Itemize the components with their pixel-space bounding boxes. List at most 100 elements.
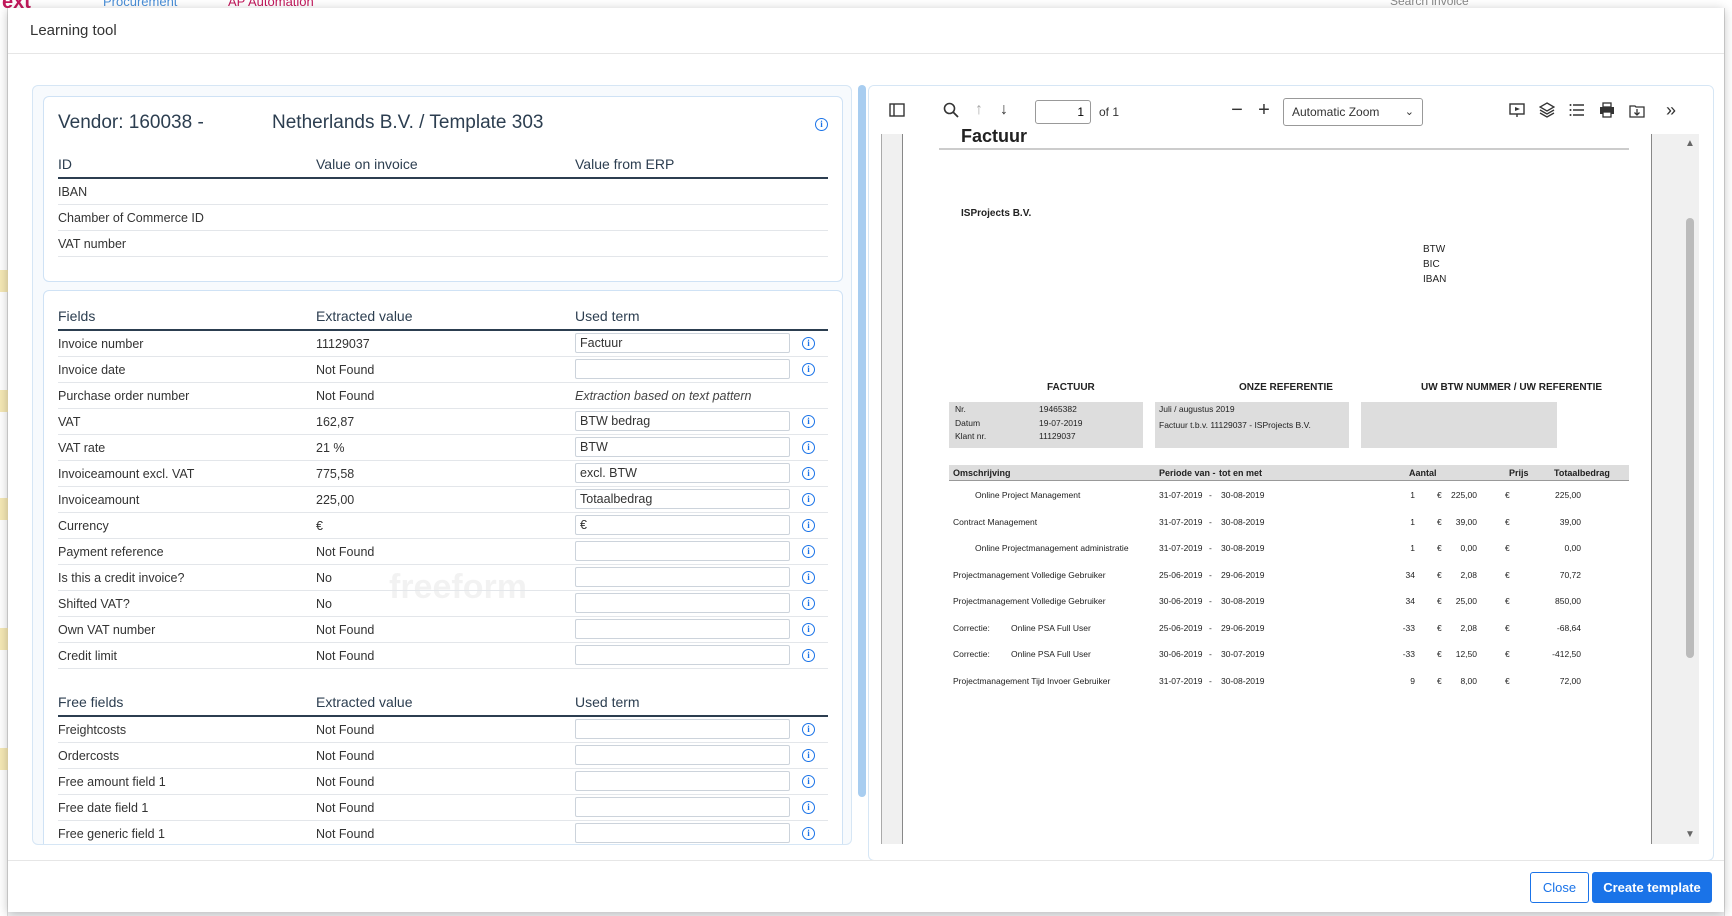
zoom-in-icon[interactable]: + [1254, 99, 1274, 121]
doc-line-from: 31-07-2019 [1159, 490, 1203, 500]
field-label: Invoice number [58, 337, 144, 351]
modal-footer: Close Create template [8, 860, 1724, 912]
doc-value: 19-07-2019 [1039, 418, 1083, 428]
create-template-button[interactable]: Create template [1592, 872, 1712, 903]
info-icon[interactable]: i [802, 493, 815, 506]
field-label: Credit limit [58, 649, 118, 663]
info-icon[interactable]: i [802, 545, 815, 558]
extracted-value: Not Found [316, 801, 375, 815]
doc-line: Correctie: Online PSA Full User 25-06-2019… [949, 623, 1629, 637]
doc-line-dash: - [1209, 516, 1212, 527]
vendor-title: Vendor: 160038 - Netherlands B.V. / Temp… [58, 97, 828, 149]
sidebar-toggle-icon[interactable] [887, 100, 907, 120]
presentation-icon[interactable] [1507, 100, 1527, 120]
doc-line-desc: Online Project Management [975, 490, 1081, 500]
column-header: Free fields [58, 694, 124, 710]
doc-line-dash: - [1209, 622, 1212, 633]
outline-icon[interactable] [1567, 100, 1587, 120]
used-term-input[interactable] [575, 797, 790, 817]
info-icon[interactable]: i [802, 827, 815, 840]
column-header: Fields [58, 308, 96, 324]
table-row: IBAN [58, 179, 828, 205]
doc-line-qty: 9 [1410, 675, 1415, 686]
used-term-input[interactable] [575, 515, 790, 535]
doc-line-desc: Online PSA Full User [1011, 649, 1091, 659]
doc-line-qty: 1 [1410, 490, 1415, 500]
fields-scrollbar[interactable] [858, 85, 866, 797]
used-term-input[interactable] [575, 541, 790, 561]
doc-section-header: ONZE REFERENTIE [1239, 382, 1333, 393]
page-number-input[interactable] [1035, 100, 1091, 124]
fields-rows: Invoice number 11129037 i Invoice date Not F… [58, 331, 828, 669]
doc-label: Nr. [955, 404, 966, 414]
doc-column-header: Omschrijving [953, 468, 1011, 478]
doc-line-to: 30-08-2019 [1221, 543, 1265, 553]
info-icon[interactable]: i [802, 519, 815, 532]
used-term-input[interactable] [575, 771, 790, 791]
doc-line-qty: 34 [1405, 569, 1415, 580]
info-icon[interactable]: i [802, 623, 815, 636]
used-term-input[interactable] [575, 719, 790, 739]
info-icon[interactable]: i [802, 597, 815, 610]
used-term-input[interactable] [575, 359, 790, 379]
info-icon[interactable]: i [802, 801, 815, 814]
info-icon[interactable]: i [802, 337, 815, 350]
nav-ap-automation[interactable]: AP Automation [228, 0, 314, 8]
used-term-input[interactable] [575, 411, 790, 431]
used-term-input[interactable] [575, 489, 790, 509]
zoom-out-icon[interactable]: − [1227, 99, 1247, 121]
used-term-input[interactable] [575, 645, 790, 665]
used-term-input[interactable] [575, 619, 790, 639]
doc-line-price: 8,00 [1460, 675, 1477, 686]
search-invoice[interactable]: Search invoice [1390, 0, 1680, 8]
info-icon[interactable]: i [802, 749, 815, 762]
more-tools-icon[interactable]: » [1661, 100, 1681, 120]
doc-line-price: 0,00 [1460, 543, 1477, 553]
info-icon[interactable]: i [802, 775, 815, 788]
scroll-up-icon[interactable]: ▲ [1685, 138, 1695, 149]
print-icon[interactable] [1597, 100, 1617, 120]
doc-line-total: 0,00 [1564, 543, 1581, 553]
arrow-down-icon[interactable]: ↓ [994, 100, 1014, 120]
info-icon[interactable]: i [802, 571, 815, 584]
fields-panel[interactable]: Vendor: 160038 - Netherlands B.V. / Temp… [32, 85, 852, 845]
used-term-input[interactable] [575, 745, 790, 765]
arrow-up-icon[interactable]: ↑ [969, 100, 989, 120]
used-term-input[interactable] [575, 593, 790, 613]
doc-line-dash: - [1209, 596, 1212, 606]
info-icon[interactable]: i [802, 723, 815, 736]
doc-column-header: Periode van - [1159, 468, 1216, 478]
info-icon[interactable]: i [815, 118, 828, 131]
pdf-scrollbar[interactable]: ▲ ▼ [1681, 134, 1699, 844]
info-icon[interactable]: i [802, 441, 815, 454]
layers-icon[interactable] [1537, 100, 1557, 120]
doc-label: Datum [955, 418, 981, 428]
pdf-scroll-thumb[interactable] [1686, 218, 1694, 658]
download-icon[interactable] [1627, 100, 1647, 120]
used-term-input[interactable] [575, 567, 790, 587]
table-row: VAT rate 21 % i [58, 435, 828, 461]
pdf-view-area[interactable]: Factuur ISProjects B.V. BTW BIC IBAN FAC… [881, 126, 1699, 844]
nav-procurement[interactable]: Procurement [103, 0, 177, 8]
used-term-input[interactable] [575, 437, 790, 457]
search-icon[interactable] [941, 100, 961, 120]
list-highlight [0, 498, 8, 520]
used-term-input[interactable] [575, 823, 790, 843]
extracted-value: Not Found [316, 827, 375, 841]
table-row: Invoice number 11129037 i [58, 331, 828, 357]
info-icon[interactable]: i [802, 363, 815, 376]
row-label: IBAN [58, 185, 88, 199]
zoom-select[interactable]: Automatic Zoom ⌄ [1283, 98, 1423, 126]
used-term-input[interactable] [575, 333, 790, 353]
used-term-input[interactable] [575, 463, 790, 483]
info-icon[interactable]: i [802, 467, 815, 480]
doc-line-desc: Online Projectmanagement administratie [975, 543, 1129, 553]
doc-line: Online Project Management 31-07-2019-30-0… [949, 490, 1629, 504]
scroll-down-icon[interactable]: ▼ [1685, 829, 1695, 840]
extracted-value: Not Found [316, 723, 375, 737]
table-row: Invoice date Not Found i [58, 357, 828, 383]
info-icon[interactable]: i [802, 415, 815, 428]
close-button[interactable]: Close [1530, 872, 1589, 903]
doc-line-qty: 34 [1405, 596, 1415, 606]
info-icon[interactable]: i [802, 649, 815, 662]
